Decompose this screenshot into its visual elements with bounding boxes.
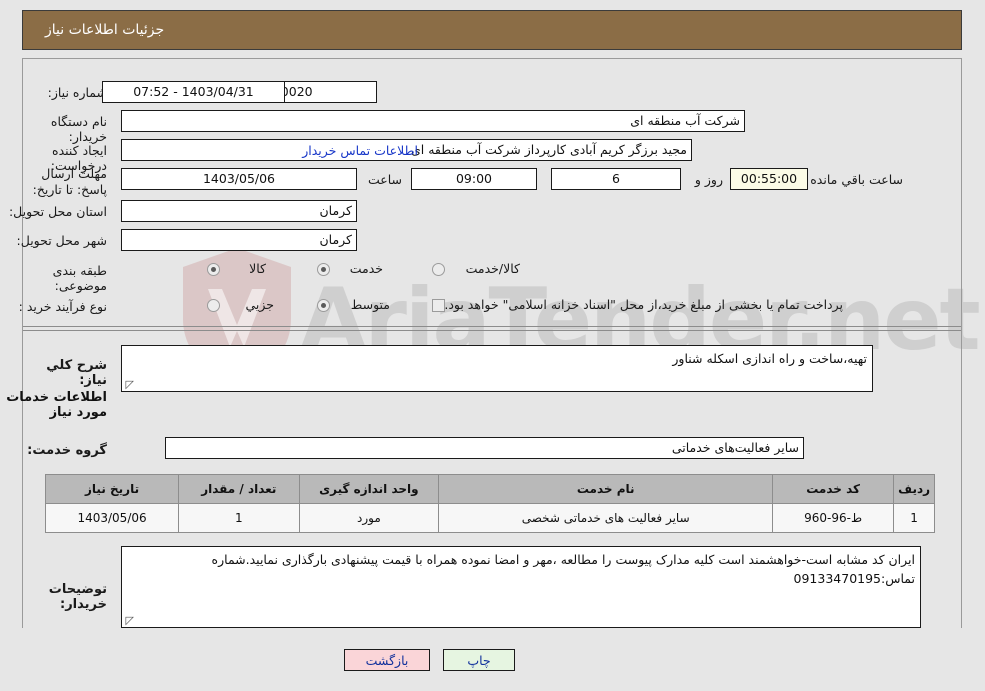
description-label: شرح کلي نیاز: (46, 358, 107, 388)
cell-row-no: 1 (893, 503, 935, 533)
service-group-value: سایر فعالیت‌های خدماتی (165, 437, 804, 459)
table-header-row: ردیف کد خدمت نام خدمت واحد اندازه گیری ت… (44, 474, 935, 504)
th-quantity: تعداد / مقدار (178, 474, 300, 504)
page-title: جزئیات اطلاعات نیاز (45, 22, 165, 38)
radio-category-kala-label: کالا (249, 261, 266, 276)
province-value: کرمان (121, 200, 357, 222)
province-label: استان محل تحویل: (8, 204, 107, 219)
city-value: کرمان (121, 229, 357, 251)
cell-service-name: سایر فعالیت های خدماتی شخصی (438, 503, 774, 533)
deadline-date-value: 1403/05/06 (121, 168, 357, 190)
time-remaining-value: 00:55:00 (730, 168, 808, 190)
radio-process-jozi-label: جزیي (245, 297, 274, 312)
process-type-label: نوع فرآیند خرید : (18, 299, 107, 314)
th-service-name: نام خدمت (438, 474, 774, 504)
services-section-title: اطلاعات خدمات مورد نیاز (6, 390, 107, 420)
buyer-org-value: شرکت آب منطقه ای (121, 110, 745, 132)
description-value: تهیه،ساخت و راه اندازی اسکله شناور (672, 351, 867, 366)
announce-datetime-value: 1403/04/31 - 07:52 (102, 81, 285, 103)
th-unit: واحد اندازه گیری (298, 474, 440, 504)
section-divider (23, 330, 961, 331)
treasury-checkbox-label: پرداخت تمام یا بخشی از مبلغ خرید،از محل … (444, 297, 843, 312)
cell-need-date: 1403/05/06 (44, 503, 180, 533)
resize-grip-icon[interactable]: ◸ (124, 379, 134, 390)
cell-quantity: 1 (178, 503, 300, 533)
radio-category-khedmat[interactable] (317, 263, 330, 276)
services-table-wrapper: ردیف کد خدمت نام خدمت واحد اندازه گیری ت… (44, 474, 935, 533)
buyer-notes-label: توضیحات خریدار: (48, 582, 107, 612)
days-remaining-value: 6 (551, 168, 681, 190)
cell-service-code: ط-96-960 (772, 503, 895, 533)
hour-label: ساعت (367, 172, 402, 187)
service-group-label: گروه خدمت: (27, 443, 107, 458)
back-button[interactable]: بازگشت (344, 649, 430, 671)
city-label: شهر محل تحویل: (16, 233, 107, 248)
buyer-notes-textarea[interactable]: ایران کد مشابه است-خواهشمند است کلیه مدا… (121, 546, 921, 628)
days-word-label: روز و (694, 172, 723, 187)
radio-category-kala-khedmat-label: کالا/خدمت (465, 261, 520, 276)
radio-category-kala-khedmat[interactable] (432, 263, 445, 276)
table-row: 1 ط-96-960 سایر فعالیت های خدماتی شخصی م… (44, 503, 935, 533)
services-table: ردیف کد خدمت نام خدمت واحد اندازه گیری ت… (44, 474, 935, 533)
page-header: جزئیات اطلاعات نیاز (22, 10, 962, 50)
resize-grip-icon-notes[interactable]: ◸ (124, 615, 134, 626)
deadline-time-value: 09:00 (411, 168, 537, 190)
buyer-notes-value: ایران کد مشابه است-خواهشمند است کلیه مدا… (211, 552, 915, 586)
category-label: طبقه بندی موضوعی: (52, 263, 107, 293)
th-service-code: کد خدمت (772, 474, 895, 504)
radio-process-jozi[interactable] (207, 299, 220, 312)
th-row-no: ردیف (893, 474, 935, 504)
cell-unit: مورد (298, 503, 440, 533)
radio-category-khedmat-label: خدمت (349, 261, 383, 276)
deadline-label: مهلت ارسال پاسخ: تا تاریخ: (32, 166, 107, 197)
buyer-org-label: نام دستگاه خریدار: (50, 114, 107, 144)
buyer-contact-link[interactable]: اطلاعات تماس خریدار (302, 143, 418, 158)
radio-process-motevaset[interactable] (317, 299, 330, 312)
th-need-date: تاریخ نیاز (44, 474, 180, 504)
radio-process-motevaset-label: متوسط (350, 297, 390, 312)
treasury-checkbox[interactable] (432, 299, 445, 312)
remaining-suffix-label: ساعت باقي مانده (810, 172, 903, 187)
description-textarea[interactable]: تهیه،ساخت و راه اندازی اسکله شناور ◸ (121, 345, 873, 392)
radio-category-kala[interactable] (207, 263, 220, 276)
print-button[interactable]: چاپ (443, 649, 515, 671)
need-number-label: شماره نیاز: (47, 85, 107, 100)
